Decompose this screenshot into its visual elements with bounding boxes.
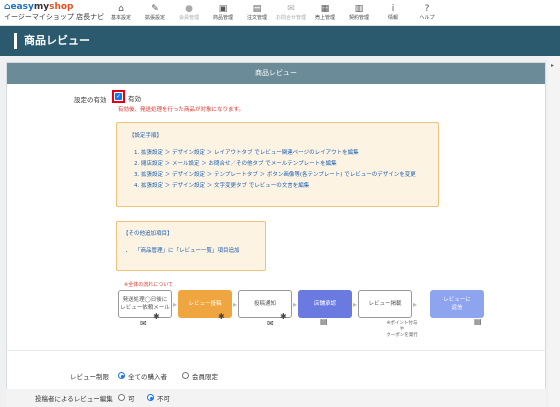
nav-item-1[interactable]: ✎ 拡張設定 [138,0,172,26]
restriction-label: レビュー制限 [70,373,109,381]
flow-step-3: 店舗承認 [298,290,352,318]
nav-item-label: 注文管理 [246,15,267,21]
app-logo[interactable]: ⌂easymyshop イージーマイショップ 店長ナビ [4,2,104,24]
extra-item: 「商品管理」に「レビュー一覧」項目追加 [135,246,240,256]
flow-point-note: ※ポイント付与 や クーポンを発行 [386,321,418,338]
mail-icon: ✉ [140,319,147,328]
setup-step-item: 拡張設定 ＞ デザイン設定 ＞ レイアウトタブ でレビュー関連ページのレイアウト… [141,148,416,159]
restriction-radios-radio-0[interactable] [118,372,125,379]
edit-radios-radio-1[interactable] [147,394,154,401]
sparkle-icon: ✱ [153,312,160,321]
setup-step-item: 拡張設定 ＞ デザイン設定 ＞ 文字変更タブ でレビューの文言を編集 [141,181,416,192]
document-icon: ▤ [252,4,262,14]
logo-subtitle: イージーマイショップ 店長ナビ [4,13,105,21]
nav-item-label: お問合せ管理 [275,15,306,21]
flow-note: ※全体の流れについて [124,282,174,288]
nav-item-label: ヘルプ [419,15,435,21]
flow-arrow-icon: ▸ [293,300,298,309]
nav-item-7[interactable]: ▥ 契約管理 [342,0,376,26]
nav-item-0[interactable]: ⌂ 基本設定 [104,0,138,26]
page-header: 商品レビュー [0,26,560,56]
flow-arrow-icon: ▸ [413,300,418,309]
flow-arrow-icon: ▸ [173,300,178,309]
flow-step-0: 発送処理◯日後に レビュー依頼メール [118,290,172,318]
nav-item-label: 契約管理 [348,15,369,21]
setup-step-item: 閲店設定 ＞ メール設定 ＞ お問合せ／その他タブ でメールテンプレートを編集 [141,159,416,170]
top-navigation-bar: ⌂easymyshop イージーマイショップ 店長ナビ ⌂ 基本設定 ✎ 拡張設定 ● 会… [0,0,560,26]
edit-radios-label-1[interactable]: 不可 [157,393,170,403]
main-nav: ⌂ 基本設定 ✎ 拡張設定 ● 会員管理 ▣ 商品管理 ▤ 注文管理 ✉ お問合せ管理 ▦ 売上管理 ▥ 契約… [104,0,444,26]
nav-item-8[interactable]: i 情報 [376,0,410,26]
person-icon: ● [185,4,193,14]
flow-step-5: レビューに 返信 [430,290,484,318]
scroll-arrow-icon[interactable]: ▸ [551,62,554,69]
setup-step-item: 拡張設定 ＞ デザイン設定 ＞ テンプレートタブ ＞ ボタン画像等(各テンプレー… [141,170,416,181]
sparkle-icon: ✱ [218,312,225,321]
nav-item-label: 会員管理 [178,15,199,21]
extra-items-box: 【その他追加項目】 「商品管理」に「レビュー一覧」項目追加 [116,221,266,271]
settings-panel: 商品レビュー [6,62,546,407]
nav-item-label: 基本設定 [110,15,131,21]
nav-item-label: 売上管理 [314,15,335,21]
enable-note: 有効後、発送処理を行った商品が対象になります。 [118,107,244,113]
calculator-icon: ▦ [320,4,330,14]
edit-label: 投稿者によるレビュー編集 [35,395,113,403]
row-divider [6,350,546,351]
nav-item-4[interactable]: ▤ 注文管理 [240,0,274,26]
setup-steps-list: 拡張設定 ＞ デザイン設定 ＞ レイアウトタブ でレビュー関連ページのレイアウト… [141,148,416,192]
mail-icon: ✉ [267,319,274,328]
document-icon: ▤ [320,317,328,326]
document-icon: ▤ [474,317,482,326]
nav-item-5[interactable]: ✉ お問合せ管理 [274,0,308,26]
paint-icon: ✎ [151,4,159,14]
sparkle-icon: ✱ [280,312,287,321]
restriction-radios-label-0[interactable]: 全ての購入者 [128,371,167,381]
nav-item-9[interactable]: ? ヘルプ [410,0,444,26]
page-scrollbar[interactable]: ▸ [548,56,560,407]
flow-arrow-icon: ▸ [233,300,238,309]
extra-items-title: 【その他追加項目】 [123,231,173,237]
restriction-radios-radio-1[interactable] [182,372,189,379]
nav-item-label: 拡張設定 [144,15,165,21]
nav-item-6[interactable]: ▦ 売上管理 [308,0,342,26]
nav-item-3[interactable]: ▣ 商品管理 [206,0,240,26]
header-accent-bar [14,33,17,49]
edit-radios-label-0[interactable]: 可 [128,393,135,403]
nav-item-label: 情報 [387,15,398,21]
edit-radios-radio-0[interactable] [118,394,125,401]
flow-arrow-icon: ▸ [353,300,358,309]
home-icon: ⌂ [118,4,124,14]
help-icon: ? [424,4,430,14]
setting-enable-label: 設定の有効 [74,96,107,104]
panel-title: 商品レビュー [7,63,545,84]
logo-brand: ⌂easymyshop [4,2,74,12]
restriction-radios-label-1[interactable]: 会員限定 [192,371,218,381]
nav-item-label: 商品管理 [212,15,233,21]
nav-item-2[interactable]: ● 会員管理 [172,0,206,26]
setup-steps-title: 【設定手順】 [129,133,163,139]
mail-icon: ✉ [287,4,295,14]
gift-icon: ▣ [218,4,228,14]
setup-steps-box: 【設定手順】 拡張設定 ＞ デザイン設定 ＞ レイアウトタブ でレビュー関連ペー… [116,122,439,207]
page-title: 商品レビュー [24,34,90,47]
flow-step-4: レビュー掲載 [358,290,412,318]
enable-checkbox-label[interactable]: 有効 [128,93,141,103]
enable-checkbox[interactable]: ✓ [115,93,122,100]
extra-items-list: 「商品管理」に「レビュー一覧」項目追加 [135,246,240,256]
contract-icon: ▥ [354,4,364,14]
info-icon: i [391,4,395,14]
